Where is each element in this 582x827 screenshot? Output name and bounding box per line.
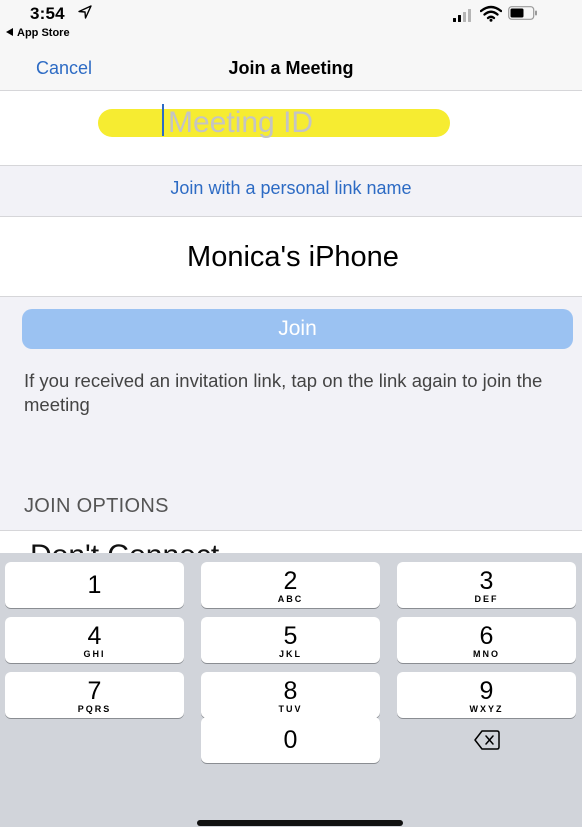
- status-time: 3:54: [30, 4, 65, 23]
- status-bar: 3:54 App Store: [0, 0, 582, 48]
- invitation-info-text: If you received an invitation link, tap …: [24, 370, 543, 415]
- key-letters: ABC: [277, 594, 304, 604]
- key-3[interactable]: 3 DEF: [397, 562, 576, 608]
- key-4[interactable]: 4 GHI: [5, 617, 184, 663]
- key-digit: 2: [283, 567, 298, 595]
- display-name-input[interactable]: [0, 235, 582, 279]
- key-5[interactable]: 5 JKL: [201, 617, 380, 663]
- back-app-label: App Store: [17, 27, 70, 39]
- key-letters: WXYZ: [469, 704, 504, 714]
- numeric-keypad: 1 2 ABC 3 DEF 4 GHI 5 JKL 6 MNO 7 PQRS 8…: [0, 553, 582, 827]
- key-1[interactable]: 1: [5, 562, 184, 608]
- key-0[interactable]: 0: [201, 717, 380, 763]
- meeting-id-input[interactable]: [160, 103, 428, 143]
- key-digit: 8: [283, 677, 298, 705]
- key-8[interactable]: 8 TUV: [201, 672, 380, 718]
- display-name-row: [0, 217, 582, 297]
- key-digit: 7: [87, 677, 102, 705]
- key-letters: JKL: [278, 649, 302, 659]
- cellular-signal-icon: [453, 9, 471, 22]
- key-letters: PQRS: [77, 704, 112, 714]
- key-6[interactable]: 6 MNO: [397, 617, 576, 663]
- join-options-header: JOIN OPTIONS: [24, 495, 169, 517]
- key-digit: 1: [87, 571, 102, 599]
- location-arrow-icon: [78, 5, 92, 19]
- key-letters: MNO: [473, 649, 500, 659]
- key-digit: 4: [87, 622, 102, 650]
- key-2[interactable]: 2 ABC: [201, 562, 380, 608]
- key-letters: DEF: [474, 594, 499, 604]
- meeting-id-row: [0, 91, 582, 166]
- backspace-icon: [473, 730, 500, 750]
- key-digit: 5: [283, 622, 298, 650]
- key-letters: GHI: [83, 649, 106, 659]
- key-7[interactable]: 7 PQRS: [5, 672, 184, 718]
- key-digit: 3: [479, 567, 494, 595]
- join-button[interactable]: Join: [22, 309, 573, 349]
- back-to-app-store[interactable]: App Store: [6, 27, 70, 39]
- key-digit: 9: [479, 677, 494, 705]
- key-digit: 0: [283, 726, 298, 754]
- back-triangle-icon: [6, 28, 13, 36]
- join-with-personal-link-button[interactable]: Join with a personal link name: [170, 178, 411, 199]
- home-indicator[interactable]: [197, 820, 403, 826]
- page-title: Join a Meeting: [228, 58, 354, 78]
- text-cursor: [162, 104, 164, 136]
- wifi-icon: [480, 5, 502, 22]
- navigation-bar: Cancel Join a Meeting: [0, 48, 582, 91]
- key-digit: 6: [479, 622, 494, 650]
- battery-icon: [508, 6, 537, 20]
- delete-key[interactable]: [397, 717, 576, 763]
- key-9[interactable]: 9 WXYZ: [397, 672, 576, 718]
- key-letters: TUV: [278, 704, 303, 714]
- personal-link-row: Join with a personal link name: [0, 166, 582, 217]
